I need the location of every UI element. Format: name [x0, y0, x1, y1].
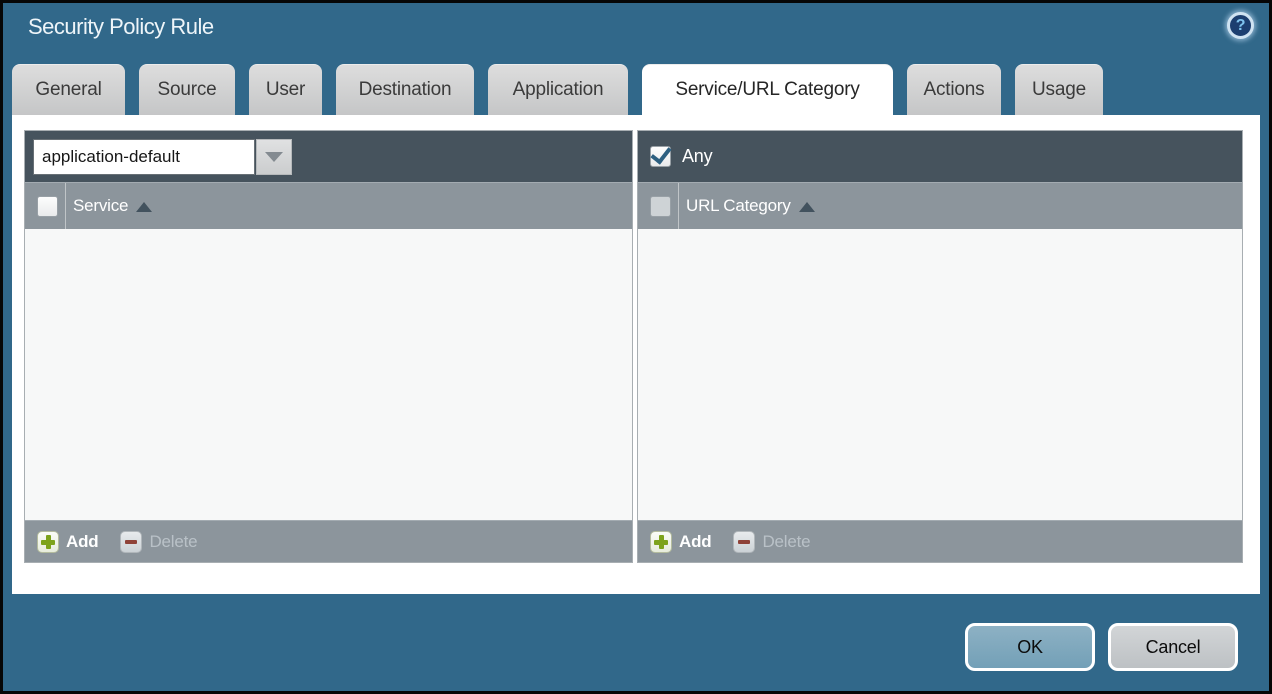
- column-divider: [678, 183, 679, 229]
- service-column-header[interactable]: Service: [73, 196, 128, 216]
- tab-destination[interactable]: Destination: [336, 64, 474, 115]
- tab-service-url-category[interactable]: Service/URL Category: [642, 64, 893, 115]
- service-select-all-checkbox[interactable]: [37, 196, 58, 217]
- url-category-table-header[interactable]: URL Category: [638, 182, 1242, 229]
- service-footer: Add Delete: [25, 520, 632, 562]
- help-glyph: ?: [1236, 17, 1246, 35]
- tab-bar: General Source User Destination Applicat…: [12, 64, 1103, 115]
- tab-user[interactable]: User: [249, 64, 322, 115]
- service-add-button[interactable]: Add: [37, 531, 98, 553]
- url-category-delete-button[interactable]: Delete: [733, 531, 810, 553]
- service-type-dropdown-input[interactable]: [33, 139, 255, 175]
- dialog-title: Security Policy Rule: [28, 14, 214, 40]
- tab-application[interactable]: Application: [488, 64, 628, 115]
- service-toolbar: [25, 131, 632, 182]
- url-category-column-header[interactable]: URL Category: [686, 196, 791, 216]
- url-category-select-all-checkbox[interactable]: [650, 196, 671, 217]
- service-list[interactable]: [25, 229, 632, 520]
- url-category-list[interactable]: [638, 229, 1242, 520]
- chevron-down-icon: [265, 152, 283, 162]
- tab-content-area: Service Add Delete Any: [12, 115, 1260, 594]
- ok-button[interactable]: OK: [965, 623, 1095, 671]
- delete-button-label: Delete: [149, 532, 197, 552]
- url-category-toolbar: Any: [638, 131, 1242, 182]
- tab-general[interactable]: General: [12, 64, 125, 115]
- tab-actions[interactable]: Actions: [907, 64, 1001, 115]
- help-icon[interactable]: ?: [1227, 12, 1254, 39]
- add-button-label: Add: [679, 532, 711, 552]
- minus-icon: [120, 531, 142, 553]
- url-category-panel: Any URL Category Add Delete: [637, 130, 1243, 563]
- service-type-dropdown-button[interactable]: [256, 139, 292, 175]
- service-delete-button[interactable]: Delete: [120, 531, 197, 553]
- tab-usage[interactable]: Usage: [1015, 64, 1103, 115]
- service-table-header[interactable]: Service: [25, 182, 632, 229]
- column-divider: [65, 183, 66, 229]
- url-category-footer: Add Delete: [638, 520, 1242, 562]
- sort-ascending-icon[interactable]: [136, 202, 152, 212]
- add-button-label: Add: [66, 532, 98, 552]
- url-category-add-button[interactable]: Add: [650, 531, 711, 553]
- any-checkbox[interactable]: [650, 146, 671, 167]
- minus-icon: [733, 531, 755, 553]
- sort-ascending-icon[interactable]: [799, 202, 815, 212]
- tab-source[interactable]: Source: [139, 64, 235, 115]
- plus-icon: [37, 531, 59, 553]
- service-panel: Service Add Delete: [24, 130, 633, 563]
- any-checkbox-label[interactable]: Any: [682, 146, 712, 167]
- plus-icon: [650, 531, 672, 553]
- cancel-button[interactable]: Cancel: [1108, 623, 1238, 671]
- delete-button-label: Delete: [762, 532, 810, 552]
- security-policy-rule-dialog: Security Policy Rule ? General Source Us…: [0, 0, 1272, 694]
